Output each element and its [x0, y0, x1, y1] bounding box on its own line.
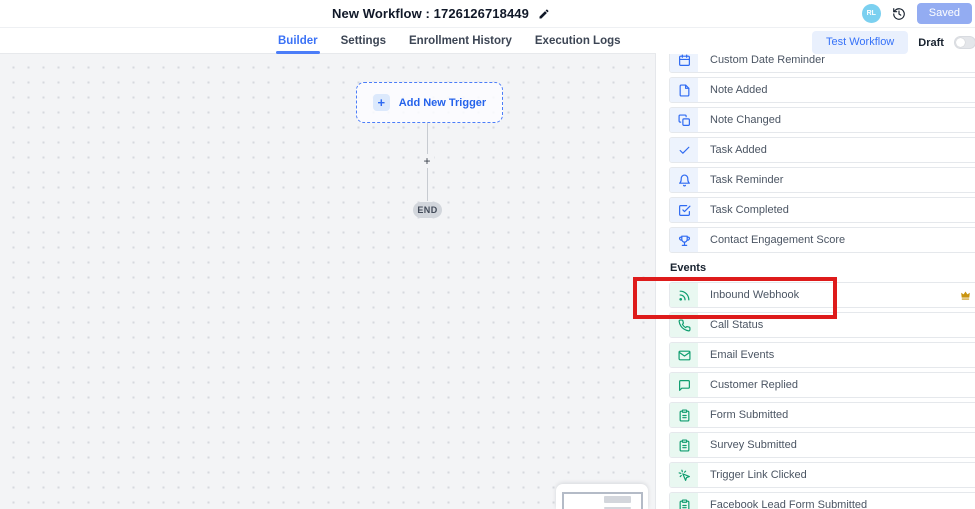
- trigger-item-customer-replied[interactable]: Customer Replied: [669, 372, 975, 398]
- trigger-item-task-completed[interactable]: Task Completed: [669, 197, 975, 223]
- trigger-item-label: Task Reminder: [710, 174, 783, 186]
- test-workflow-button[interactable]: Test Workflow: [812, 31, 908, 54]
- webhook-icon: [670, 283, 698, 307]
- task-completed-icon: [670, 198, 698, 222]
- toggle-knob: [956, 38, 965, 47]
- plus-icon: +: [373, 94, 390, 111]
- phone-icon: [670, 313, 698, 337]
- trigger-item-label: Trigger Link Clicked: [710, 469, 807, 481]
- trigger-item-facebook-lead-form-submitted[interactable]: Facebook Lead Form Submitted: [669, 492, 975, 509]
- check-icon: [670, 138, 698, 162]
- tab-execution-logs[interactable]: Execution Logs: [535, 28, 621, 54]
- trigger-item-label: Customer Replied: [710, 379, 798, 391]
- page-title: New Workflow : 1726126718449: [332, 6, 529, 21]
- form-icon: [670, 403, 698, 427]
- trigger-item-form-submitted[interactable]: Form Submitted: [669, 402, 975, 428]
- tab-bar: Builder Settings Enrollment History Executi…: [0, 28, 975, 54]
- email-icon: [670, 343, 698, 367]
- bell-icon: [670, 168, 698, 192]
- workflow-title-group: New Workflow : 1726126718449: [332, 6, 550, 21]
- section-header-events: Events: [670, 262, 975, 274]
- trigger-item-label: Contact Engagement Score: [710, 234, 845, 246]
- trigger-item-label: Inbound Webhook: [710, 289, 799, 301]
- draft-label: Draft: [918, 37, 944, 49]
- add-new-trigger-button[interactable]: + Add New Trigger: [356, 82, 503, 123]
- trigger-item-contact-engagement-score[interactable]: Contact Engagement Score: [669, 227, 975, 253]
- header-right-controls: RL Saved: [862, 3, 972, 24]
- trigger-item-task-reminder[interactable]: Task Reminder: [669, 167, 975, 193]
- avatar[interactable]: RL: [862, 4, 881, 23]
- trigger-item-email-events[interactable]: Email Events: [669, 342, 975, 368]
- trigger-item-label: Call Status: [710, 319, 763, 331]
- trigger-picker-sidebar: Custom Date Reminder Note Added Note Chang…: [655, 52, 975, 509]
- saved-button[interactable]: Saved: [917, 3, 972, 24]
- trigger-item-note-added[interactable]: Note Added: [669, 77, 975, 103]
- workflow-canvas[interactable]: + Add New Trigger + END: [0, 54, 656, 509]
- note-changed-icon: [670, 108, 698, 132]
- note-icon: [670, 78, 698, 102]
- preview-popup-card: [556, 484, 648, 509]
- premium-crown-icon: [959, 289, 972, 302]
- link-click-icon: [670, 463, 698, 487]
- add-step-plus-icon[interactable]: +: [420, 154, 434, 168]
- trigger-item-label: Note Added: [710, 84, 768, 96]
- trigger-item-survey-submitted[interactable]: Survey Submitted: [669, 432, 975, 458]
- tab-enrollment-history[interactable]: Enrollment History: [409, 28, 512, 54]
- trophy-icon: [670, 228, 698, 252]
- preview-skeleton-bar: [604, 496, 631, 503]
- facebook-form-icon: [670, 493, 698, 509]
- trigger-item-label: Task Completed: [710, 204, 789, 216]
- trigger-item-inbound-webhook[interactable]: Inbound Webhook: [669, 282, 975, 308]
- trigger-item-label: Email Events: [710, 349, 774, 361]
- trigger-item-custom-date-reminder[interactable]: Custom Date Reminder: [669, 52, 975, 73]
- app-header: New Workflow : 1726126718449 RL Saved: [0, 0, 975, 28]
- add-trigger-label: Add New Trigger: [399, 97, 486, 109]
- version-history-icon[interactable]: [892, 7, 906, 21]
- tab-bar-tabs: Builder Settings Enrollment History Executi…: [278, 28, 621, 54]
- chat-icon: [670, 373, 698, 397]
- trigger-item-label: Task Added: [710, 144, 767, 156]
- tab-builder[interactable]: Builder: [278, 28, 318, 54]
- trigger-item-label: Custom Date Reminder: [710, 54, 825, 66]
- trigger-item-call-status[interactable]: Call Status: [669, 312, 975, 338]
- trigger-item-label: Facebook Lead Form Submitted: [710, 499, 867, 509]
- trigger-item-note-changed[interactable]: Note Changed: [669, 107, 975, 133]
- trigger-item-trigger-link-clicked[interactable]: Trigger Link Clicked: [669, 462, 975, 488]
- trigger-item-task-added[interactable]: Task Added: [669, 137, 975, 163]
- trigger-list: Custom Date Reminder Note Added Note Chang…: [656, 52, 975, 509]
- calendar-icon: [670, 52, 698, 72]
- tab-settings[interactable]: Settings: [341, 28, 386, 54]
- workflow-actions: Test Workflow Draft Publish: [812, 31, 975, 54]
- end-node: END: [413, 202, 442, 218]
- trigger-item-label: Survey Submitted: [710, 439, 797, 451]
- trigger-item-label: Form Submitted: [710, 409, 788, 421]
- publish-toggle[interactable]: [954, 36, 975, 49]
- trigger-item-label: Note Changed: [710, 114, 781, 126]
- survey-icon: [670, 433, 698, 457]
- edit-title-pencil-icon[interactable]: [538, 8, 550, 20]
